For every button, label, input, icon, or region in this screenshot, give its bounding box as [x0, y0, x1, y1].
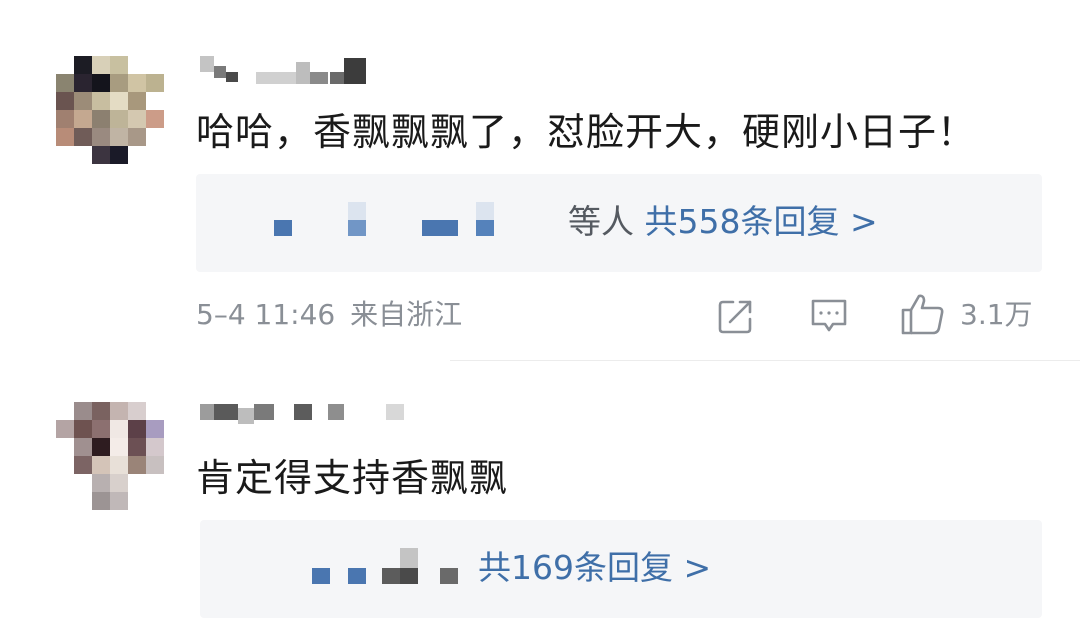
- share-icon[interactable]: [716, 296, 756, 336]
- timestamp: 5–4 11:46: [196, 298, 336, 331]
- avatar[interactable]: [56, 402, 164, 510]
- reply-who-label: 等人: [568, 202, 634, 241]
- reply-summary[interactable]: 等人 共558条回复 >: [568, 202, 878, 242]
- comment-meta: 5–4 11:46 来自浙江: [196, 298, 462, 332]
- username-blurred[interactable]: [200, 56, 370, 84]
- reply-count-link[interactable]: 共558条回复 >: [645, 202, 878, 241]
- comment-divider: [450, 360, 1080, 361]
- replies-preview[interactable]: 共169条回复 >: [200, 520, 1042, 618]
- like-count: 3.1万: [960, 298, 1033, 331]
- comment-text: 哈哈，香飘飘飘了，怼脸开大，硬刚小日子！: [196, 110, 977, 154]
- replies-preview[interactable]: 等人 共558条回复 >: [196, 174, 1042, 272]
- reply-count-link[interactable]: 共169条回复 >: [478, 548, 711, 587]
- like-icon[interactable]: [900, 292, 946, 336]
- avatar[interactable]: [56, 56, 164, 164]
- comment-icon[interactable]: [808, 296, 850, 336]
- username-blurred[interactable]: [200, 402, 410, 430]
- location: 来自浙江: [350, 298, 463, 331]
- reply-summary[interactable]: 共169条回复 >: [478, 548, 711, 588]
- comment-text: 肯定得支持香飘飘: [196, 456, 509, 500]
